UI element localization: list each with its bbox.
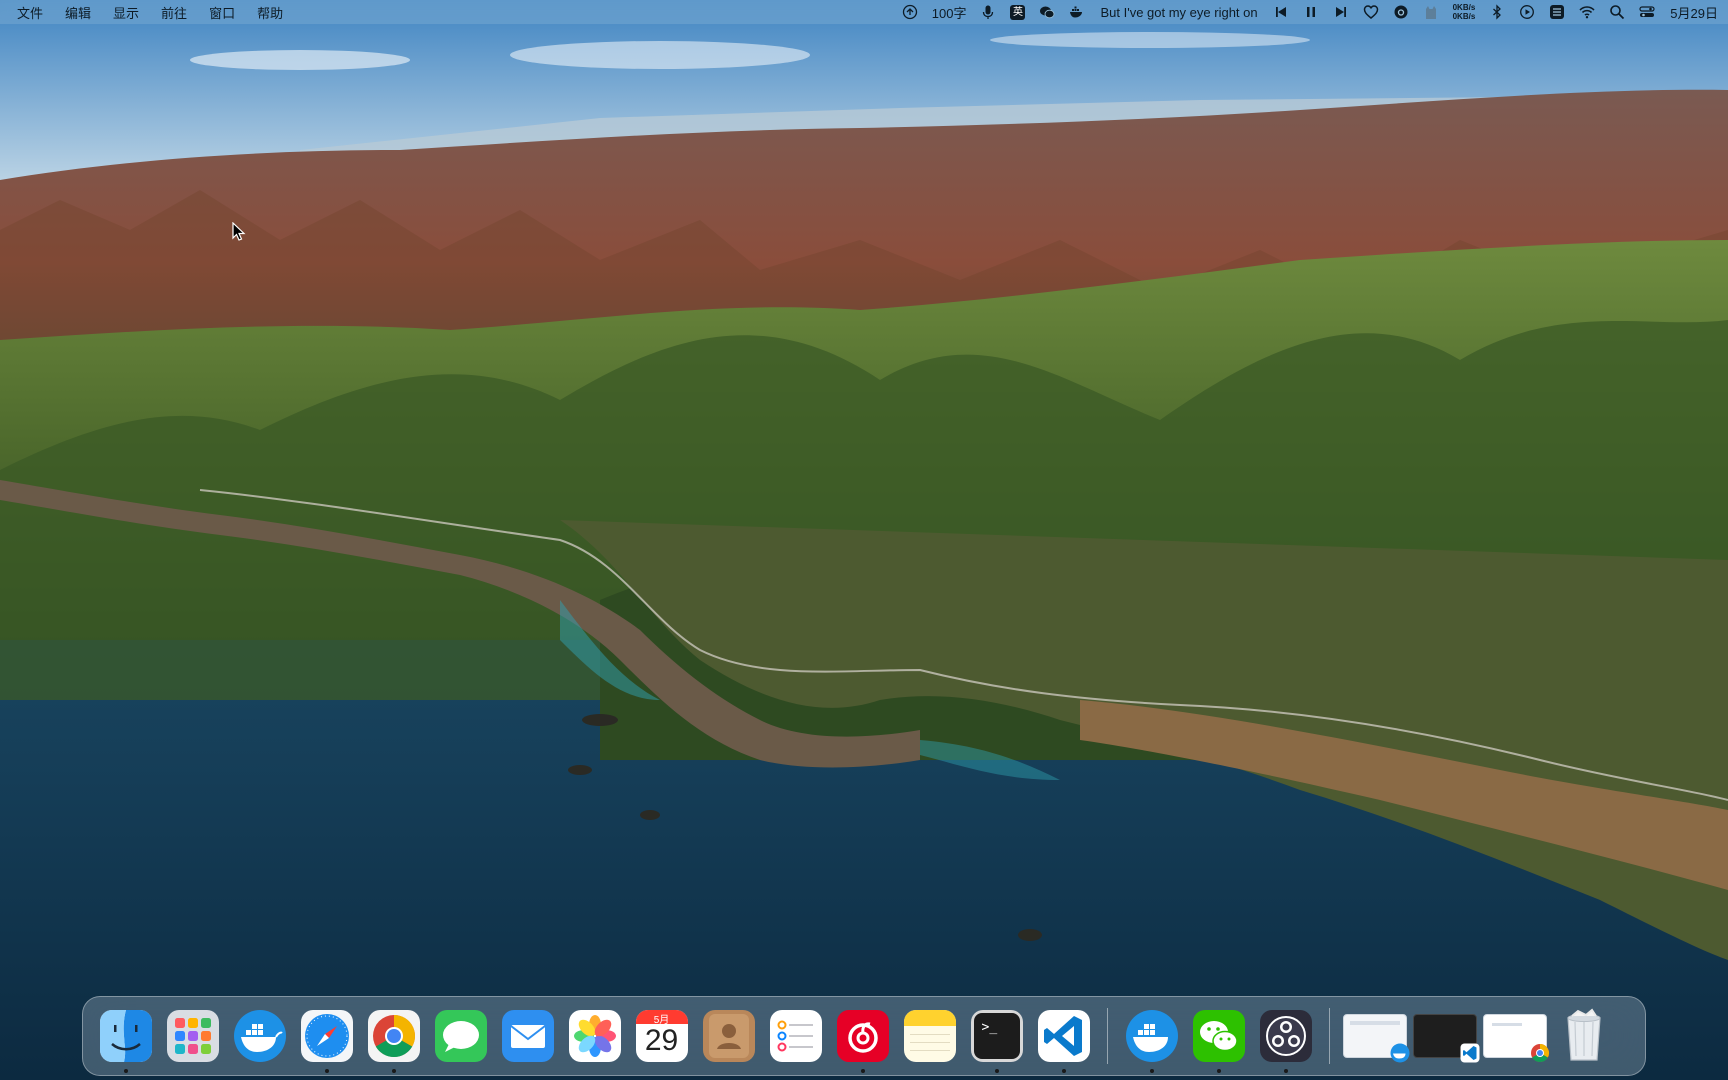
netease-music-icon [836,1010,889,1062]
upload-speed: 0KB/s [1452,3,1476,12]
trash-icon [1566,1008,1601,1061]
word-count[interactable]: 100字 [925,0,974,24]
next-track-icon[interactable] [1326,0,1356,24]
menu-go[interactable]: 前往 [150,0,198,24]
dock-separator [1329,1008,1330,1064]
menu-bar: 文件 编辑 显示 前往 窗口 帮助 100字 英 But I've got my… [0,0,1728,24]
dock-app-launchpad[interactable] [165,1008,221,1064]
dock-recent-docker[interactable] [1124,1008,1180,1073]
docker-status-icon[interactable] [1062,0,1092,24]
menu-view[interactable]: 显示 [102,0,150,24]
window-thumb-bar [1350,1021,1400,1025]
vscode-icon [1037,1010,1090,1062]
dock-app-vscode[interactable] [1036,1008,1092,1073]
like-heart-icon[interactable] [1356,0,1386,24]
status-area: 100字 英 But I've got my eye right on 0KB/… [895,0,1728,24]
download-speed: 0KB/s [1452,12,1476,21]
finder-icon [99,1010,152,1062]
dock-app-photos[interactable] [567,1008,623,1064]
dock-app-finder[interactable] [98,1008,154,1073]
control-center-icon[interactable] [1632,0,1662,24]
input-method-icon[interactable]: 英 [1003,0,1032,24]
menu-file[interactable]: 文件 [6,0,54,24]
running-indicator [1061,1069,1066,1073]
terminal-icon [970,1010,1023,1062]
window-thumb-bar [1492,1023,1522,1026]
sync-icon[interactable] [895,0,925,24]
reminders-icon [769,1010,822,1062]
menu-window[interactable]: 窗口 [198,0,246,24]
dock-app-chrome[interactable] [366,1008,422,1073]
vscode-icon [1460,1043,1480,1063]
dock-app-notes[interactable] [902,1008,958,1064]
app-menus: 文件 编辑 显示 前往 窗口 帮助 [0,0,294,24]
menu-help[interactable]: 帮助 [246,0,294,24]
netease-status-icon[interactable] [1386,0,1416,24]
docker-icon [1390,1043,1410,1063]
notes-icon [903,1010,956,1062]
mouse-cursor-icon [232,222,246,241]
scroll-app-icon[interactable] [1542,0,1572,24]
docker-icon [233,1010,286,1062]
chrome-icon [1531,1044,1550,1063]
minimized-window-chrome[interactable] [1483,1014,1550,1063]
spotlight-search-icon[interactable] [1602,0,1632,24]
input-method-label: 英 [1010,4,1026,20]
microphone-icon[interactable] [973,0,1003,24]
desktop-wallpaper [0,0,1728,1080]
calendar-day: 29 [644,1024,679,1057]
running-indicator [324,1069,329,1073]
photos-icon [568,1010,621,1062]
bluetooth-icon[interactable] [1482,0,1512,24]
menu-clock[interactable]: 5月29日 [1662,3,1722,22]
dock-app-mail[interactable] [500,1008,556,1064]
docker-icon [1125,1010,1178,1062]
dock-app-netease-music[interactable] [835,1008,891,1073]
dock-app-terminal[interactable]: >_ [969,1008,1025,1073]
dock: 5月 29 >_ [82,996,1646,1076]
running-indicator [994,1069,999,1073]
messages-icon [434,1010,487,1062]
safari-icon [300,1010,353,1062]
running-indicator [1283,1069,1288,1073]
dock-separator [1107,1008,1108,1064]
running-indicator [123,1069,128,1073]
dock-recent-obs[interactable] [1258,1008,1314,1073]
play-circle-icon[interactable] [1512,0,1542,24]
previous-track-icon[interactable] [1266,0,1296,24]
chrome-icon [367,1010,420,1062]
contacts-icon [702,1010,755,1062]
dock-app-contacts[interactable] [701,1008,757,1064]
minimized-window-docker[interactable] [1343,1014,1410,1063]
network-speed[interactable]: 0KB/s 0KB/s [1446,3,1483,21]
dock-app-messages[interactable] [433,1008,489,1064]
dock-app-reminders[interactable] [768,1008,824,1064]
running-indicator [860,1069,865,1073]
dock-app-calendar[interactable]: 5月 29 [634,1008,690,1064]
mail-icon [501,1010,554,1062]
now-playing-title[interactable]: But I've got my eye right on [1092,5,1265,20]
dock-trash[interactable] [1556,1008,1612,1064]
running-indicator [391,1069,396,1073]
pause-icon[interactable] [1296,0,1326,24]
wechat-status-icon[interactable] [1032,0,1062,24]
running-indicator [1216,1069,1221,1073]
cat-icon[interactable] [1416,0,1446,24]
wifi-icon[interactable] [1572,0,1602,24]
menu-edit[interactable]: 编辑 [54,0,102,24]
dock-recent-wechat[interactable] [1191,1008,1247,1073]
dock-app-docker[interactable] [232,1008,288,1064]
dock-app-safari[interactable] [299,1008,355,1073]
minimized-window-vscode[interactable] [1413,1014,1480,1063]
terminal-prompt: >_ [981,1020,998,1035]
running-indicator [1149,1069,1154,1073]
obs-icon [1259,1010,1312,1062]
launchpad-icon [166,1010,219,1062]
wechat-icon [1192,1010,1245,1062]
